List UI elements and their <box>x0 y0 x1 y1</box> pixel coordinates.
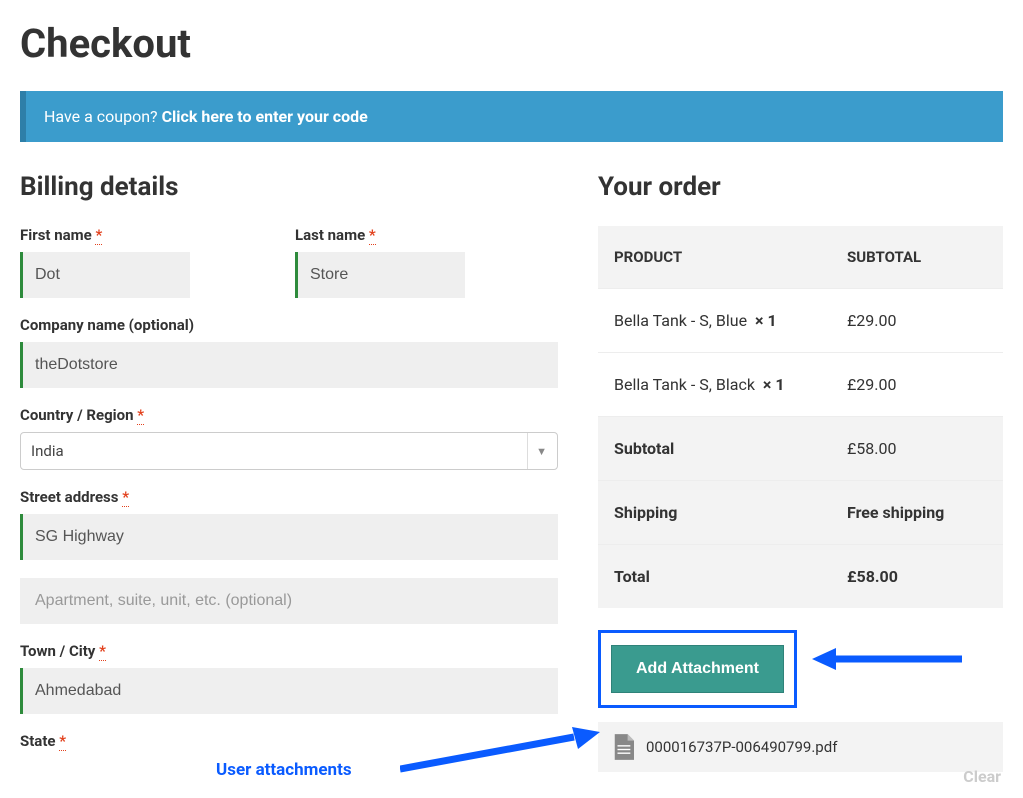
arrow-diagonal-icon <box>400 727 600 787</box>
order-item-name: Bella Tank - S, Black <box>614 375 755 394</box>
coupon-link[interactable]: Click here to enter your code <box>162 107 368 126</box>
company-label: Company name (optional) <box>20 316 558 334</box>
attachment-file-name: 000016737P-006490799.pdf <box>646 738 837 756</box>
required-mark: * <box>369 226 376 245</box>
street-label: Street address * <box>20 488 558 506</box>
required-mark: * <box>122 488 129 507</box>
order-table: PRODUCT SUBTOTAL Bella Tank - S, Blue × … <box>598 226 1003 608</box>
street-address-field[interactable] <box>20 514 558 560</box>
file-icon <box>612 734 634 760</box>
coupon-prompt: Have a coupon? <box>44 107 162 126</box>
last-name-label: Last name * <box>295 226 558 244</box>
order-column: Your order PRODUCT SUBTOTAL Bella Tank -… <box>598 172 1003 772</box>
city-field[interactable] <box>20 668 558 714</box>
subtotal-label: Subtotal <box>614 439 847 458</box>
order-item-price: £29.00 <box>847 375 987 394</box>
required-mark: * <box>95 226 102 245</box>
street-address-2-field[interactable] <box>20 578 558 624</box>
shipping-value: Free shipping <box>847 503 987 522</box>
shipping-label: Shipping <box>614 503 847 522</box>
order-item-row: Bella Tank - S, Blue × 1 £29.00 <box>598 288 1003 352</box>
country-value: India <box>31 442 527 460</box>
annotation-user-attachments: User attachments <box>216 760 352 780</box>
add-attachment-button[interactable]: Add Attachment <box>611 645 784 693</box>
last-name-field[interactable] <box>295 252 465 298</box>
company-field[interactable] <box>20 342 558 388</box>
order-header-subtotal: SUBTOTAL <box>847 248 987 266</box>
order-heading: Your order <box>598 172 1003 202</box>
page-title: Checkout <box>20 20 1003 67</box>
order-item-qty: × 1 <box>755 311 777 330</box>
required-mark: * <box>137 406 144 425</box>
country-select[interactable]: India ▼ <box>20 432 558 470</box>
first-name-label: First name * <box>20 226 283 244</box>
billing-heading: Billing details <box>20 172 558 202</box>
order-item-qty: × 1 <box>763 375 785 394</box>
required-mark: * <box>99 642 106 661</box>
billing-column: Billing details First name * Last name *… <box>20 172 558 772</box>
attachment-row: 000016737P-006490799.pdf <box>598 722 1003 772</box>
city-label: Town / City * <box>20 642 558 660</box>
country-label: Country / Region * <box>20 406 558 424</box>
attachment-highlight-box: Add Attachment <box>598 630 797 708</box>
clear-button[interactable]: Clear <box>963 767 1001 786</box>
chevron-down-icon: ▼ <box>527 433 547 469</box>
order-header-product: PRODUCT <box>614 248 847 266</box>
order-item-name: Bella Tank - S, Blue <box>614 311 747 330</box>
order-item-row: Bella Tank - S, Black × 1 £29.00 <box>598 352 1003 416</box>
arrow-right-icon <box>812 644 962 674</box>
total-value: £58.00 <box>847 567 987 586</box>
required-mark: * <box>59 732 66 751</box>
order-item-price: £29.00 <box>847 311 987 330</box>
total-label: Total <box>614 567 847 586</box>
coupon-banner: Have a coupon? Click here to enter your … <box>20 91 1003 142</box>
first-name-field[interactable] <box>20 252 190 298</box>
subtotal-value: £58.00 <box>847 439 987 458</box>
